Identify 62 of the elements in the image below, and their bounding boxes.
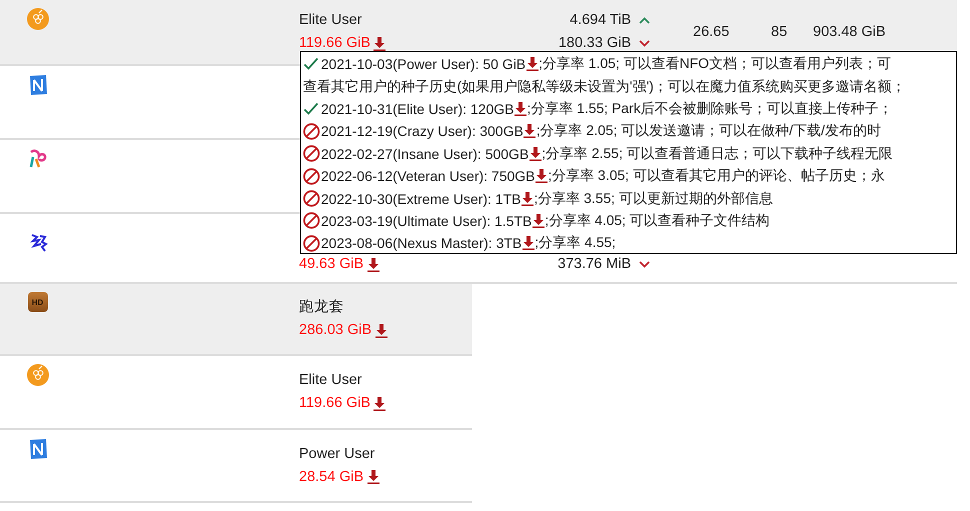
download-amount: 373.76 MiB [558,255,631,274]
level-name: 跑龙套 [299,298,345,317]
chevron-down-icon [639,261,650,268]
seeding-size: 903.48 GiB [813,24,886,40]
level-requirement: 2023-03-19(Ultimate User): 1.5TB [321,212,532,229]
download-icon [535,169,548,184]
hd-icon: HD [28,292,48,312]
tile-icon [28,74,48,96]
level-requirement: 2022-02-27(Insane User): 500GB [321,146,529,162]
level-requirement: 2021-10-03(Power User): 50 GiB [321,56,526,72]
level-perks: ;分享率 4.55; [534,234,616,252]
level-perks: ;分享率 3.55; 可以更新过期的外部信息 [534,190,773,208]
download-icon [528,146,542,161]
level-name: Elite User [299,371,363,390]
prohibited-icon [303,122,320,140]
prohibited-icon [303,190,320,208]
download-icon [532,214,545,228]
ratio: 26.65 [693,24,730,40]
download-icon [522,236,535,250]
level-requirement: 2022-06-12(Veteran User): 750GB [321,168,536,184]
chevron-down-icon [639,40,650,47]
seeding-count: 85 [771,24,788,40]
level-perks: ;分享率 1.55; Park后不会被删除账号；可以直接上传种子； [527,100,893,118]
level-perks: ;分享率 2.05; 可以发送邀请；可以在做种/下载/发布的时 [536,122,881,140]
level-size: 49.63 GiB [299,255,364,274]
chevron-up-icon [639,17,650,24]
download-icon [366,258,380,272]
level-perks: 查看其它用户的种子历史(如果用户隐私等级未设置为'强')；可以在魔力值系统购买更多邀请名额； [303,78,906,96]
prohibited-icon [303,234,320,252]
download-icon [373,36,386,50]
level-name: Elite User [299,11,363,30]
download-icon [373,396,386,410]
level-perks: ;分享率 1.05; 可以查看NFO文档；可以查看用户列表；可 [538,55,892,74]
level-perks: ;分享率 3.05; 可以查看其它用户的评论、帖子历史；永 [548,167,885,186]
prohibited-icon [303,212,320,230]
download-icon [514,102,527,116]
level-requirement: 2021-12-19(Crazy User): 300GB [321,123,524,140]
level-requirement: 2023-08-06(Nexus Master): 3TB [321,235,522,252]
check-icon [303,57,319,72]
level-perks: ;分享率 4.05; 可以查看种子文件结构 [544,212,770,230]
download-amount: 180.33 GiB [558,34,631,53]
level-name: Power User [299,444,376,464]
download-icon [520,192,534,206]
download-icon [526,57,539,72]
level-size: 286.03 GiB [299,321,372,340]
grape-icon [26,364,48,386]
brush-stroke-icon [28,232,48,254]
download-icon [523,124,536,138]
upload-amount: 4.694 TiB [570,11,631,30]
level-perks: ;分享率 2.55; 可以查看普通日志；可以下载种子线程无限 [542,144,893,163]
prohibited-icon [303,168,320,185]
level-size: 119.66 GiB [299,394,370,413]
prohibited-icon [303,145,320,162]
level-size: 119.66 GiB [299,34,370,53]
level-size: 28.54 GiB [299,468,364,486]
tile-icon [28,438,48,460]
level-requirement: 2022-10-30(Extreme User): 1TB [321,190,521,207]
download-icon [374,324,388,338]
download-icon [366,470,380,484]
check-icon [303,102,319,116]
grape-icon [26,8,48,30]
level-requirement: 2021-10-31(Elite User): 120GB [321,100,514,117]
